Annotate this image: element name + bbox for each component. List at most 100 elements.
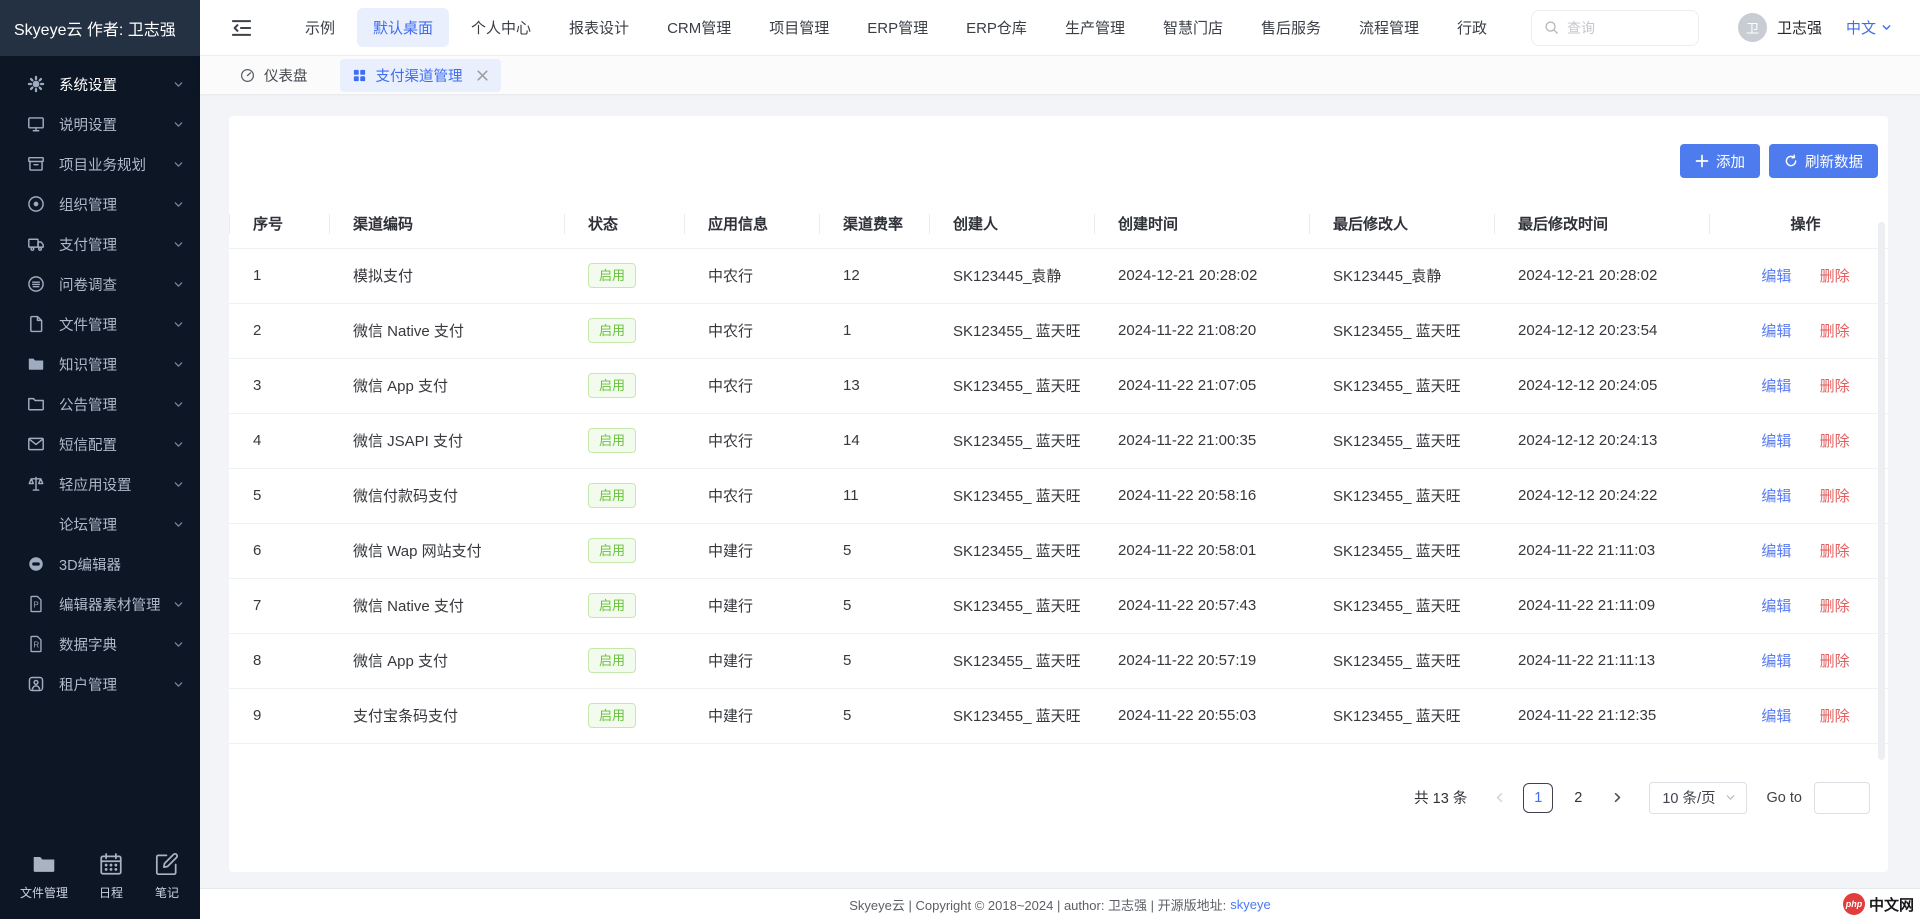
- status-badge: 启用: [588, 593, 636, 619]
- sidebar-item[interactable]: 轻应用设置: [0, 464, 200, 504]
- delete-link[interactable]: 删除: [1820, 488, 1850, 505]
- watermark-text: 中文网: [1869, 894, 1914, 915]
- nav-tab[interactable]: 默认桌面: [357, 8, 449, 47]
- cell-created-time: 2024-11-22 21:07:05: [1094, 358, 1309, 413]
- sidebar-shortcut[interactable]: 日程: [98, 851, 124, 901]
- delete-link[interactable]: 删除: [1820, 543, 1850, 560]
- table-row: 5 微信付款码支付 启用 中农行 11 SK123455_ 蓝天旺 2024-1…: [229, 468, 1888, 523]
- cell-index: 1: [229, 248, 329, 303]
- page-tabbar: 仪表盘 支付渠道管理: [200, 56, 1920, 94]
- sidebar-item[interactable]: 文件管理: [0, 304, 200, 344]
- cell-rate: 13: [819, 358, 929, 413]
- column-header: 最后修改人: [1309, 200, 1494, 248]
- edit-link[interactable]: 编辑: [1761, 488, 1791, 505]
- delete-link[interactable]: 删除: [1820, 653, 1850, 670]
- sidebar-item[interactable]: 知识管理: [0, 344, 200, 384]
- user-area: 卫 卫志强 中文: [1738, 13, 1892, 42]
- sidebar-item[interactable]: 租户管理: [0, 664, 200, 704]
- folder-filled-icon: [31, 851, 57, 877]
- nav-tab[interactable]: ERP管理: [851, 8, 944, 47]
- nav-tab[interactable]: 生产管理: [1049, 8, 1141, 47]
- sidebar-item-label: 租户管理: [59, 674, 173, 695]
- edit-link[interactable]: 编辑: [1761, 268, 1791, 285]
- menu-fold-icon[interactable]: [230, 18, 253, 38]
- footer-skyeye-link[interactable]: skyeye: [1230, 897, 1270, 912]
- nav-tab[interactable]: 行政: [1441, 8, 1503, 47]
- mail-icon: [27, 435, 45, 453]
- nav-tab[interactable]: 示例: [289, 8, 351, 47]
- close-tab-icon[interactable]: [476, 69, 489, 82]
- sidebar-shortcut-label: 笔记: [155, 884, 179, 901]
- page-tab[interactable]: 仪表盘: [230, 59, 318, 92]
- sidebar-shortcut[interactable]: 文件管理: [20, 851, 68, 901]
- chevron-down-icon: [173, 359, 184, 370]
- avatar[interactable]: 卫: [1738, 13, 1767, 42]
- page-size-select[interactable]: 10 条/页: [1649, 782, 1746, 814]
- edit-link[interactable]: 编辑: [1761, 433, 1791, 450]
- sidebar-item[interactable]: 3D编辑器: [0, 544, 200, 584]
- sidebar-item[interactable]: R 数据字典: [0, 624, 200, 664]
- add-button[interactable]: 添加: [1680, 144, 1760, 178]
- sidebar-item[interactable]: 支付管理: [0, 224, 200, 264]
- table-scrollbar[interactable]: [1878, 222, 1885, 760]
- delete-link[interactable]: 删除: [1820, 268, 1850, 285]
- top-nav-tabs: 示例 默认桌面 个人中心 报表设计 CRM管理 项目管理 ERP管理 ERP仓库…: [289, 8, 1509, 47]
- edit-link[interactable]: 编辑: [1761, 598, 1791, 615]
- chevron-down-icon: [173, 119, 184, 130]
- calendar-icon: [98, 851, 124, 877]
- cell-creator: SK123455_ 蓝天旺: [929, 523, 1094, 578]
- sidebar-item[interactable]: 项目业务规划: [0, 144, 200, 184]
- sidebar-item[interactable]: 说明设置: [0, 104, 200, 144]
- cell-modified-time: 2024-11-22 21:11:03: [1494, 523, 1709, 578]
- nav-tab[interactable]: 智慧门店: [1147, 8, 1239, 47]
- sidebar-item[interactable]: 系统设置: [0, 64, 200, 104]
- edit-link[interactable]: 编辑: [1761, 323, 1791, 340]
- sidebar-item[interactable]: 公告管理: [0, 384, 200, 424]
- language-selector[interactable]: 中文: [1846, 17, 1892, 38]
- delete-link[interactable]: 删除: [1820, 708, 1850, 725]
- delete-link[interactable]: 删除: [1820, 323, 1850, 340]
- cell-rate: 5: [819, 523, 929, 578]
- sidebar-item[interactable]: 短信配置: [0, 424, 200, 464]
- nav-tab[interactable]: 个人中心: [455, 8, 547, 47]
- search-box[interactable]: [1531, 10, 1699, 46]
- page-tab[interactable]: 支付渠道管理: [340, 59, 501, 92]
- sidebar-item[interactable]: 论坛管理: [0, 504, 200, 544]
- status-badge: 启用: [588, 483, 636, 509]
- nav-tab[interactable]: 报表设计: [553, 8, 645, 47]
- next-page-button[interactable]: [1603, 784, 1631, 812]
- sidebar-shortcut[interactable]: 笔记: [154, 851, 180, 901]
- delete-link[interactable]: 删除: [1820, 378, 1850, 395]
- table-card: 添加 刷新数据: [229, 116, 1888, 872]
- nav-tab[interactable]: CRM管理: [651, 8, 747, 47]
- goto-page-input[interactable]: [1814, 782, 1870, 814]
- delete-link[interactable]: 删除: [1820, 433, 1850, 450]
- edit-link[interactable]: 编辑: [1761, 708, 1791, 725]
- edit-link[interactable]: 编辑: [1761, 378, 1791, 395]
- chevron-down-icon: [173, 599, 184, 610]
- cell-channel-code: 微信付款码支付: [329, 468, 564, 523]
- sidebar-item-label: 知识管理: [59, 354, 173, 375]
- page-number-button[interactable]: 2: [1563, 783, 1593, 813]
- search-input[interactable]: [1567, 20, 1686, 36]
- sidebar-item-label: 系统设置: [59, 74, 173, 95]
- nav-tab[interactable]: ERP仓库: [950, 8, 1043, 47]
- column-header: 渠道编码: [329, 200, 564, 248]
- sidebar-item[interactable]: 组织管理: [0, 184, 200, 224]
- sidebar-item-label: 数据字典: [59, 634, 173, 655]
- refresh-button[interactable]: 刷新数据: [1769, 144, 1878, 178]
- sidebar-item[interactable]: P 编辑器素材管理: [0, 584, 200, 624]
- delete-link[interactable]: 删除: [1820, 598, 1850, 615]
- cell-index: 9: [229, 688, 329, 743]
- page-number-button[interactable]: 1: [1523, 783, 1553, 813]
- cell-app-info: 中建行: [684, 688, 819, 743]
- edit-link[interactable]: 编辑: [1761, 543, 1791, 560]
- nav-tab[interactable]: 流程管理: [1343, 8, 1435, 47]
- nav-tab[interactable]: 项目管理: [753, 8, 845, 47]
- edit-link[interactable]: 编辑: [1761, 653, 1791, 670]
- sidebar-item[interactable]: 问卷调查: [0, 264, 200, 304]
- helmet-icon: [27, 555, 45, 573]
- nav-tab[interactable]: 售后服务: [1245, 8, 1337, 47]
- folder-icon: [27, 395, 45, 413]
- prev-page-button[interactable]: [1485, 784, 1513, 812]
